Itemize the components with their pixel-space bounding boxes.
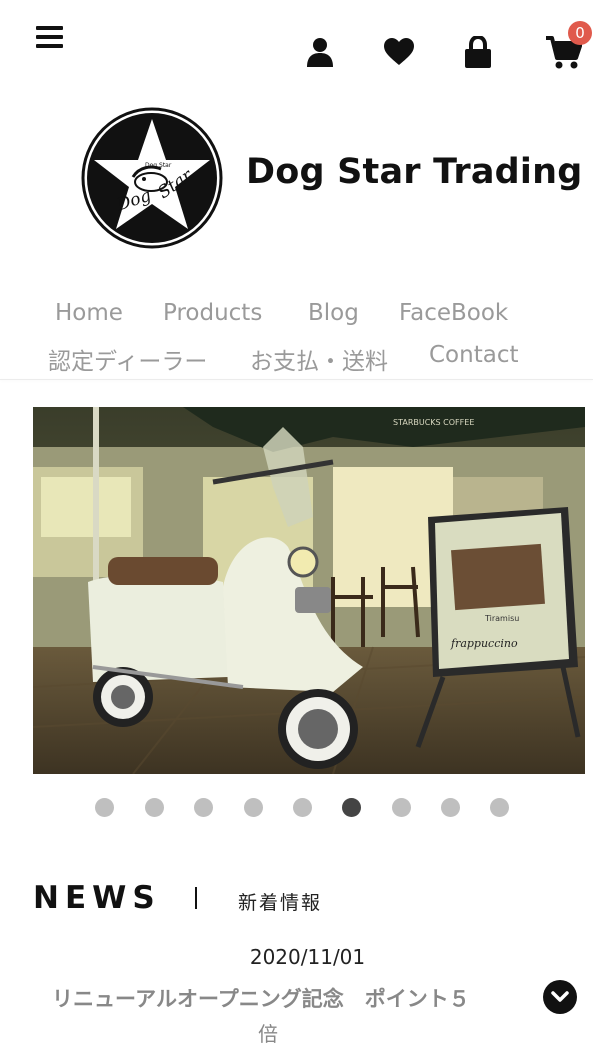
header-icons: 0 — [0, 21, 593, 74]
hero-slide-image[interactable]: STARBUCKS COFFEE Tiramisu frappuccino — [33, 407, 585, 774]
slider-dot-4[interactable] — [244, 798, 263, 817]
slider-dot-5[interactable] — [293, 798, 312, 817]
slider-dot-6-active[interactable] — [342, 798, 361, 817]
slider-dot-8[interactable] — [441, 798, 460, 817]
slider-dot-2[interactable] — [145, 798, 164, 817]
chevron-down-icon[interactable] — [543, 980, 577, 1014]
svg-text:Dog Star: Dog Star — [145, 162, 172, 169]
slider-dot-1[interactable] — [95, 798, 114, 817]
nav-item-payment-shipping[interactable]: お支払・送料 — [250, 342, 388, 376]
brand-logo[interactable]: Dog Star Dog Star — [81, 107, 223, 249]
lock-icon[interactable] — [460, 34, 496, 70]
news-title-link[interactable]: リニューアルオープニング記念 ポイント５ — [52, 983, 470, 1013]
news-title-continuation: 倍 — [258, 1022, 278, 1046]
slider-pagination — [0, 798, 593, 818]
news-heading: NEWS — [33, 880, 161, 916]
sign-text: Tiramisu — [484, 614, 519, 623]
nav-item-products[interactable]: Products — [163, 300, 262, 326]
news-separator — [195, 887, 197, 909]
news-date: 2020/11/01 — [249, 945, 366, 969]
nav-item-home[interactable]: Home — [55, 300, 123, 326]
cart-icon[interactable]: 0 — [546, 21, 592, 70]
brand-name[interactable]: Dog Star Trading — [246, 152, 582, 192]
heart-icon[interactable] — [381, 34, 417, 70]
user-icon[interactable] — [302, 34, 338, 70]
cart-count-badge: 0 — [568, 21, 592, 45]
nav-item-dealers[interactable]: 認定ディーラー — [48, 342, 207, 376]
news-subheading: 新着情報 — [238, 892, 323, 914]
nav-item-blog[interactable]: Blog — [308, 300, 359, 326]
nav-item-contact[interactable]: Contact — [429, 342, 518, 368]
nav-divider — [0, 379, 593, 380]
sign-script: frappuccino — [450, 637, 518, 650]
awning-text: STARBUCKS COFFEE — [393, 418, 474, 427]
nav-item-facebook[interactable]: FaceBook — [399, 300, 508, 326]
slider-dot-7[interactable] — [392, 798, 411, 817]
slider-dot-9[interactable] — [490, 798, 509, 817]
slider-dot-3[interactable] — [194, 798, 213, 817]
